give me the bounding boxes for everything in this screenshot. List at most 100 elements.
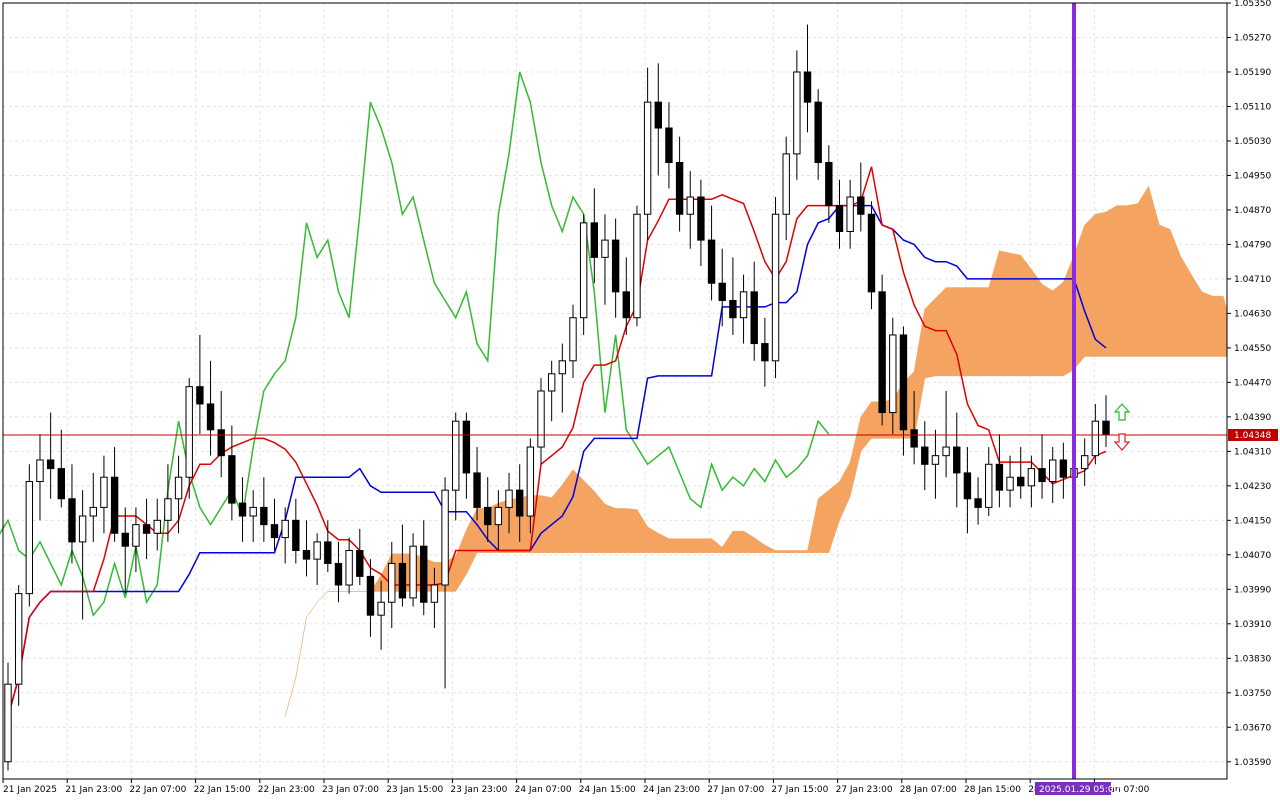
y-tick-label: 1.05270: [1234, 33, 1271, 43]
candle-body: [569, 317, 577, 362]
y-tick-label: 1.05030: [1234, 137, 1271, 147]
kumo-bull-segment: [679, 538, 691, 553]
candle-body: [558, 360, 567, 375]
candle-body: [238, 502, 247, 517]
kumo-bull-segment: [1105, 205, 1117, 357]
candle-body: [622, 291, 630, 319]
candle-body: [953, 446, 961, 474]
candle-body: [1059, 459, 1068, 478]
x-tick-label: 27 Jan 23:00: [836, 785, 893, 795]
kumo-bull-segment: [668, 538, 680, 553]
chart-canvas[interactable]: 1.05350 1.05270 1.05190 1.05110 1.05030 1.049…: [0, 0, 1280, 800]
candle-body: [462, 420, 471, 474]
candle-body: [707, 239, 716, 284]
candle-body: [121, 532, 129, 547]
candle-body: [452, 420, 460, 491]
candle-body: [334, 562, 343, 586]
candle-body: [249, 506, 257, 517]
candle-body: [579, 222, 588, 319]
candle-body: [441, 489, 449, 586]
candle-body: [601, 239, 609, 258]
x-tick-label: 22 Jan 15:00: [194, 785, 251, 795]
candle-body: [963, 472, 972, 500]
candle-body: [835, 205, 844, 232]
x-tick-label: 24 Jan 07:00: [515, 785, 572, 795]
candle-body: [654, 101, 662, 129]
candle-body: [217, 429, 225, 457]
kumo-bull-segment: [1095, 211, 1107, 357]
candle-body: [878, 291, 886, 414]
y-tick-label: 1.04150: [1234, 516, 1271, 526]
candle-body: [68, 498, 76, 543]
candle-body: [185, 386, 193, 478]
y-tick-label: 1.03910: [1234, 620, 1271, 630]
candle-body: [974, 498, 982, 508]
candle-body: [611, 239, 620, 293]
candle-body: [697, 196, 705, 241]
y-tick-label: 1.04710: [1234, 275, 1271, 285]
price-badge-label: 1.04348: [1234, 431, 1271, 441]
kumo-bull-segment: [1137, 185, 1149, 357]
candle-body: [1006, 476, 1014, 491]
candle-body: [1091, 420, 1100, 457]
y-tick-label: 1.03590: [1234, 758, 1271, 768]
kumo-bull-segment: [1052, 281, 1064, 377]
kumo-bull-segment: [604, 503, 616, 553]
y-tick-label: 1.04550: [1234, 344, 1271, 354]
candle-body: [324, 541, 332, 564]
x-tick-label: 27 Jan 07:00: [707, 785, 764, 795]
candle-body: [857, 196, 865, 215]
candle-body: [57, 468, 65, 500]
candle-body: [537, 390, 545, 448]
candle-body: [260, 506, 268, 526]
candle-body: [803, 71, 812, 103]
candle-body: [388, 562, 396, 603]
candle-body: [686, 196, 694, 215]
candle-body: [867, 213, 876, 293]
y-tick-label: 1.05110: [1234, 102, 1271, 112]
kumo-bull-segment: [690, 538, 702, 553]
candle-body: [1049, 459, 1057, 483]
candle-body: [484, 506, 492, 526]
candle-body: [995, 463, 1004, 491]
kumo-bull-segment: [583, 479, 595, 553]
candle-body: [174, 476, 183, 500]
y-tick-label: 1.03990: [1234, 585, 1271, 595]
ichimoku-chart[interactable]: 1.05350 1.05270 1.05190 1.05110 1.05030 1.049…: [0, 0, 1280, 800]
x-tick-label: 22 Jan 07:00: [129, 785, 186, 795]
candle-body: [270, 524, 279, 539]
candle-body: [526, 446, 535, 517]
kumo-bull-segment: [1031, 268, 1043, 377]
candle-body: [302, 550, 311, 560]
candle-body: [14, 593, 23, 685]
candle-body: [110, 476, 119, 534]
x-tick-label: 21 Jan 2025: [3, 785, 57, 795]
candle-body: [281, 519, 289, 539]
candle-body: [782, 153, 790, 215]
y-tick-label: 1.04870: [1234, 206, 1271, 216]
candle-body: [1038, 468, 1046, 483]
candle-body: [825, 162, 833, 207]
candle-body: [78, 515, 87, 543]
candle-body: [761, 343, 769, 362]
candle-body: [142, 524, 151, 534]
candle-body: [1102, 420, 1110, 435]
kumo-bull-segment: [1009, 252, 1021, 377]
candle-body: [515, 489, 524, 517]
candle-body: [292, 519, 300, 552]
kumo-bull-segment: [700, 538, 712, 553]
candle-body: [985, 463, 993, 508]
y-tick-label: 1.04950: [1234, 171, 1271, 181]
candle-body: [206, 403, 215, 431]
candle-body: [675, 162, 684, 215]
candle-body: [633, 213, 641, 319]
kumo-bull-segment: [935, 286, 947, 377]
kumo-bull-segment: [977, 287, 989, 377]
candle-body: [377, 601, 385, 616]
candle-body: [931, 455, 940, 465]
candle-body: [793, 71, 801, 155]
x-tick-label: 28 Jan 15:00: [964, 785, 1021, 795]
candle-body: [132, 524, 140, 547]
candle-body: [430, 584, 439, 603]
candle-body: [46, 459, 55, 470]
